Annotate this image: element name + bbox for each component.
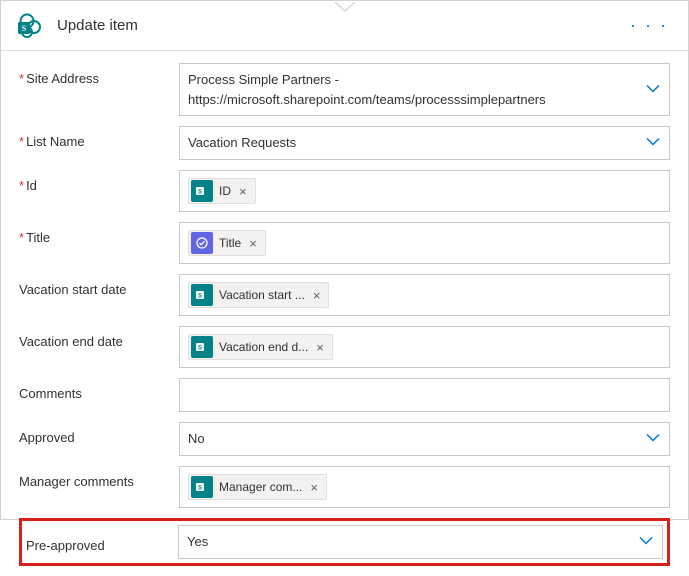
row-site-address: Site Address Process Simple Partners - h… [19,63,670,116]
sharepoint-token-icon: S [191,180,213,202]
svg-text:S: S [22,24,27,33]
list-name-value: Vacation Requests [188,133,296,153]
label-approved: Approved [19,422,179,445]
token-label: Vacation end d... [219,340,308,354]
pre-approved-value: Yes [187,532,208,552]
approved-value: No [188,429,205,449]
row-vacation-end: Vacation end date S Vacation end d... × [19,326,670,368]
token-label: Vacation start ... [219,288,305,302]
row-list-name: List Name Vacation Requests [19,126,670,160]
input-list-name[interactable]: Vacation Requests [179,126,670,160]
token-vacation-end[interactable]: S Vacation end d... × [188,334,333,360]
row-title: Title Title × [19,222,670,264]
token-remove-icon[interactable]: × [311,288,323,303]
row-id: Id S ID × [19,170,670,212]
chevron-down-icon[interactable] [645,134,661,153]
sharepoint-icon: S [15,11,45,41]
token-remove-icon[interactable]: × [247,236,259,251]
chevron-down-icon[interactable] [638,533,654,552]
svg-text:S: S [198,346,202,352]
label-pre-approved: Pre-approved [26,532,178,553]
site-address-value-line2: https://microsoft.sharepoint.com/teams/p… [188,90,546,110]
input-vacation-start[interactable]: S Vacation start ... × [179,274,670,316]
connector-notch [335,0,355,10]
approvals-token-icon [191,232,213,254]
svg-text:S: S [198,486,202,492]
svg-text:S: S [198,190,202,196]
input-title[interactable]: Title × [179,222,670,264]
row-pre-approved-highlight: Pre-approved Yes [19,518,670,566]
input-approved[interactable]: No [179,422,670,456]
input-manager-comments[interactable]: S Manager com... × [179,466,670,508]
sharepoint-token-icon: S [191,336,213,358]
sharepoint-token-icon: S [191,476,213,498]
site-address-value-line1: Process Simple Partners - [188,70,339,90]
token-remove-icon[interactable]: × [308,480,320,495]
chevron-down-icon[interactable] [645,80,661,99]
input-vacation-end[interactable]: S Vacation end d... × [179,326,670,368]
label-comments: Comments [19,378,179,401]
token-label: ID [219,184,231,198]
token-remove-icon[interactable]: × [314,340,326,355]
label-vacation-start: Vacation start date [19,274,179,297]
row-vacation-start: Vacation start date S Vacation start ...… [19,274,670,316]
label-site-address: Site Address [19,63,179,86]
token-label: Title [219,236,241,250]
more-options-button[interactable]: · · · [624,15,674,36]
chevron-down-icon[interactable] [645,430,661,449]
label-title: Title [19,222,179,245]
row-comments: Comments [19,378,670,412]
input-id[interactable]: S ID × [179,170,670,212]
token-title[interactable]: Title × [188,230,266,256]
token-id[interactable]: S ID × [188,178,256,204]
input-site-address[interactable]: Process Simple Partners - https://micros… [179,63,670,116]
row-manager-comments: Manager comments S Manager com... × [19,466,670,508]
card-title: Update item [57,17,624,34]
sharepoint-token-icon: S [191,284,213,306]
label-manager-comments: Manager comments [19,466,179,489]
label-vacation-end: Vacation end date [19,326,179,349]
input-pre-approved[interactable]: Yes [178,525,663,559]
form-body: Site Address Process Simple Partners - h… [1,51,688,576]
input-comments[interactable] [179,378,670,412]
svg-text:S: S [198,294,202,300]
row-approved: Approved No [19,422,670,456]
token-label: Manager com... [219,480,302,494]
token-remove-icon[interactable]: × [237,184,249,199]
update-item-card: S Update item · · · Site Address Process… [0,0,689,520]
token-vacation-start[interactable]: S Vacation start ... × [188,282,329,308]
label-id: Id [19,170,179,193]
label-list-name: List Name [19,126,179,149]
token-manager-comments[interactable]: S Manager com... × [188,474,327,500]
